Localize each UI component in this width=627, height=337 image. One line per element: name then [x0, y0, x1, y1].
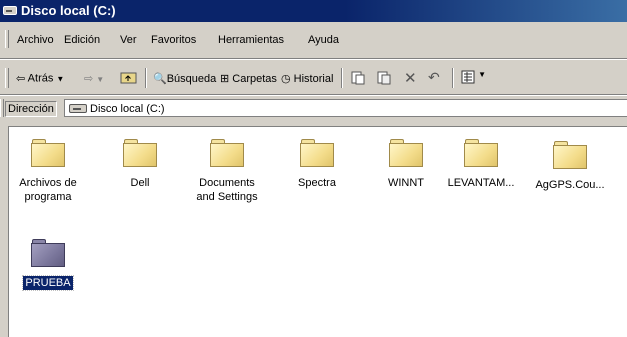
undo-icon: ↶	[428, 69, 440, 85]
copy-to-button[interactable]	[376, 70, 392, 89]
toolbar-separator-line	[0, 94, 627, 96]
folder-item[interactable]: LEVANTAM...	[443, 139, 519, 190]
folder-label: Dell	[130, 177, 150, 189]
folder-item[interactable]: AgGPS.Cou...	[532, 141, 608, 192]
search-button[interactable]: 🔍Búsqueda	[153, 72, 216, 85]
menu-bar: Archivo Edición Ver Favoritos Herramient…	[0, 30, 627, 50]
move-to-button[interactable]	[350, 70, 366, 89]
folder-label: AgGPS.Cou...	[535, 179, 605, 191]
folder-item[interactable]: Archivos de programa	[10, 139, 86, 204]
menu-favoritos[interactable]: Favoritos	[151, 34, 196, 46]
forward-arrow-icon: ⇨	[84, 73, 94, 85]
folders-button[interactable]: ⊞ Carpetas	[220, 72, 277, 85]
folder-label: Archivos de programa	[19, 177, 77, 203]
toolbar-separator	[452, 68, 454, 88]
window-title: Disco local (C:)	[21, 3, 116, 18]
toolbar-separator	[145, 68, 147, 88]
delete-button[interactable]: ✕	[404, 69, 417, 87]
folder-label: LEVANTAM...	[447, 177, 515, 189]
folder-icon	[31, 239, 65, 267]
chevron-down-icon: ▼	[56, 74, 65, 84]
forward-button[interactable]: ⇨ ▼	[84, 72, 104, 85]
folder-item[interactable]: Documents and Settings	[189, 139, 265, 204]
menu-edicion[interactable]: Edición	[64, 34, 100, 46]
folder-item-selected[interactable]: PRUEBA	[10, 239, 86, 291]
folder-icon	[31, 139, 65, 167]
menu-ayuda[interactable]: Ayuda	[308, 34, 339, 46]
address-label: Dirección	[5, 101, 57, 117]
menu-archivo[interactable]: Archivo	[17, 34, 54, 46]
folder-item[interactable]: Dell	[102, 139, 178, 190]
folder-label: Spectra	[298, 177, 336, 189]
address-input[interactable]: Disco local (C:)	[64, 99, 627, 117]
folders-icon: ⊞	[220, 73, 230, 85]
folder-item[interactable]: WINNT	[368, 139, 444, 190]
folder-icon	[553, 141, 587, 169]
history-label: Historial	[293, 73, 334, 85]
folder-item[interactable]: Spectra	[279, 139, 355, 190]
views-icon	[461, 70, 475, 84]
folder-label: PRUEBA	[22, 275, 74, 291]
chevron-down-icon: ▼	[96, 75, 105, 84]
move-to-icon	[351, 71, 365, 85]
history-icon: ◷	[281, 73, 291, 85]
folder-icon	[464, 139, 498, 167]
search-label: Búsqueda	[166, 73, 217, 85]
up-folder-icon	[120, 72, 137, 84]
drive-icon	[3, 6, 17, 15]
history-button[interactable]: ◷ Historial	[281, 72, 333, 85]
toolbar-separator	[341, 68, 343, 88]
drive-icon	[69, 104, 87, 113]
undo-button[interactable]: ↶	[428, 69, 440, 86]
copy-to-icon	[377, 71, 391, 85]
toolbar: ⇦ Atrás ▼ ⇨ ▼ 🔍Búsqueda ⊞ Carpetas ◷ His…	[0, 63, 627, 93]
toolbar-grip[interactable]	[5, 68, 9, 88]
folder-label: Documents and Settings	[196, 177, 258, 203]
chevron-down-icon: ▼	[478, 70, 486, 79]
folder-icon	[300, 139, 334, 167]
up-folder-button[interactable]	[120, 69, 138, 88]
views-button[interactable]: ▼	[461, 70, 486, 87]
back-label: Atrás	[27, 72, 54, 85]
menu-ver[interactable]: Ver	[120, 34, 137, 46]
folder-label: WINNT	[387, 177, 425, 189]
back-arrow-icon: ⇦	[16, 73, 26, 85]
title-bar[interactable]: Disco local (C:)	[0, 0, 627, 22]
folders-label: Carpetas	[232, 73, 277, 85]
menu-grip[interactable]	[5, 30, 9, 48]
search-icon: 🔍	[153, 73, 167, 85]
address-value: Disco local (C:)	[90, 103, 165, 115]
address-bar: Dirección Disco local (C:)	[0, 97, 627, 121]
delete-icon: ✕	[404, 70, 417, 87]
file-list[interactable]: Archivos de programa Dell Documents and Se…	[8, 126, 627, 337]
menu-herramientas[interactable]: Herramientas	[218, 34, 284, 46]
folder-icon	[389, 139, 423, 167]
folder-icon	[123, 139, 157, 167]
address-grip[interactable]	[0, 99, 4, 117]
back-button[interactable]: ⇦ Atrás ▼	[16, 72, 64, 85]
folder-icon	[210, 139, 244, 167]
menu-separator	[0, 58, 627, 60]
